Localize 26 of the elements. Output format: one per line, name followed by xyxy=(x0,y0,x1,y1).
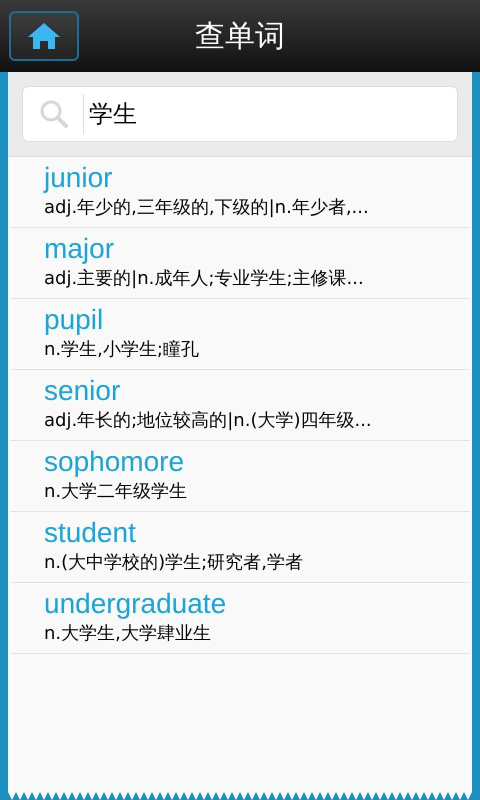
definition: adj.年长的;地位较高的|n.(大学)四年级... xyxy=(44,409,372,433)
result-row[interactable]: senior adj.年长的;地位较高的|n.(大学)四年级... xyxy=(10,370,470,441)
result-row[interactable]: undergraduate n.大学生,大学肆业生 xyxy=(10,583,470,654)
definition: adj.年少的,三年级的,下级的|n.年少者,... xyxy=(44,196,369,220)
definition: n.(大中学校的)学生;研究者,学者 xyxy=(44,551,303,575)
result-row[interactable]: sophomore n.大学二年级学生 xyxy=(10,441,470,512)
word: pupil xyxy=(44,303,104,337)
result-row[interactable]: pupil n.学生,小学生;瞳孔 xyxy=(10,299,470,370)
definition: n.大学二年级学生 xyxy=(44,480,188,504)
word: junior xyxy=(44,161,112,195)
word: student xyxy=(44,516,136,550)
definition: n.大学生,大学肆业生 xyxy=(44,622,211,646)
result-row[interactable]: junior adj.年少的,三年级的,下级的|n.年少者,... xyxy=(10,157,470,228)
word: sophomore xyxy=(44,445,184,479)
definition: adj.主要的|n.成年人;专业学生;主修课... xyxy=(44,267,364,291)
search-icon xyxy=(39,99,69,129)
word: undergraduate xyxy=(44,587,226,621)
home-button[interactable] xyxy=(9,11,79,61)
home-icon xyxy=(27,21,61,51)
screen-title: 查单词 xyxy=(195,18,285,56)
word: senior xyxy=(44,374,120,408)
result-row[interactable]: major adj.主要的|n.成年人;专业学生;主修课... xyxy=(10,228,470,299)
search-field[interactable]: 学生 xyxy=(22,86,458,142)
word: major xyxy=(44,232,114,266)
definition: n.学生,小学生;瞳孔 xyxy=(44,338,199,362)
result-row[interactable]: student n.(大中学校的)学生;研究者,学者 xyxy=(10,512,470,583)
